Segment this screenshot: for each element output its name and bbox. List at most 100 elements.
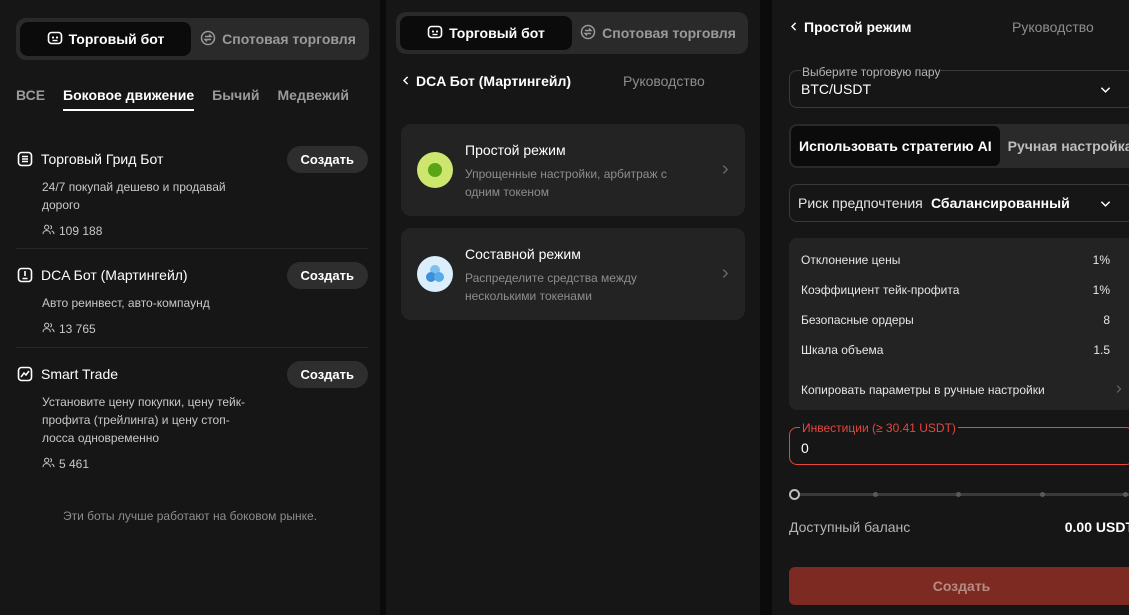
page-title: Простой режим [804,19,912,35]
bot-description: Установите цену покупки, цену тейк-профи… [42,395,246,445]
tab-ai-strategy[interactable]: Использовать стратегию AI [791,126,1000,166]
page-title: DCA Бот (Мартингейл) [416,73,572,89]
simple-mode-form-panel: Простой режим Руководство Выберите торго… [772,0,1129,615]
investment-value: 0 [801,440,809,456]
list-item: Smart Trade Установите цену покупки, цен… [16,361,368,471]
back-button[interactable]: Простой режим [790,19,912,35]
bot-description: Авто реинвест, авто-компаунд [42,296,210,310]
users-icon [42,457,55,471]
chevron-left-icon [790,19,798,35]
param-row: Безопасные ордеры 8 [801,313,1110,327]
simple-mode-icon [417,152,453,188]
chevron-down-icon [1100,195,1111,213]
list-item: Торговый Грид Бот 24/7 покупай дешево и … [16,146,368,238]
param-row: Коэффициент тейк-профита 1% [801,283,1110,297]
tab-spot-trading[interactable]: Спотовая торговля [572,16,744,50]
param-name: Отклонение цены [801,253,901,267]
slider-track[interactable] [794,493,1129,496]
param-name: Безопасные ордеры [801,313,914,327]
chevron-right-icon [1116,383,1122,397]
back-button[interactable]: DCA Бот (Мартингейл) [402,73,571,89]
param-value: 1% [1092,253,1110,267]
balance-label: Доступный баланс [789,519,911,535]
filter-bullish[interactable]: Бычий [212,87,259,111]
balance-value: 0.00 USDT [1064,519,1129,535]
tab-label: Спотовая торговля [602,25,736,41]
investment-label: Инвестиции (≥ 30.41 USDT) [800,421,958,435]
dca-mode-panel: Торговый бот Спотовая торговля DCA Бот (… [386,0,760,615]
risk-preference-select[interactable]: Риск предпочтения Сбалансированный [789,184,1129,222]
risk-value: Сбалансированный [931,195,1070,211]
bot-list-panel: Торговый бот Спотовая торговля ВСЕ Боков… [0,0,380,615]
grid-bot-icon [16,151,33,168]
param-row: Отклонение цены 1% [801,253,1110,267]
param-value: 1.5 [1093,343,1110,357]
divider [16,248,368,249]
param-value: 8 [1103,313,1110,327]
filter-bearish[interactable]: Медвежий [278,87,350,111]
breadcrumb: Простой режим Руководство [790,19,1120,35]
filter-sideways[interactable]: Боковое движение [63,87,195,111]
users-count: 109 188 [59,224,103,238]
risk-label: Риск предпочтения [798,195,923,211]
simple-mode-card[interactable]: Простой режим Упрощенные настройки, арби… [401,124,745,216]
bot-name: Торговый Грид Бот [41,151,164,167]
users-count: 5 461 [59,457,90,471]
create-grid-bot-button[interactable]: Создать [286,146,368,173]
create-dca-bot-button[interactable]: Создать [286,262,368,289]
bot-icon [427,24,443,43]
slider-tick [956,492,961,497]
field-label: Выберите торговую пару [801,65,942,79]
composite-mode-card[interactable]: Составной режим Распределите средства ме… [401,228,745,320]
slider-tick [873,492,878,497]
bot-users: 5 461 [42,457,368,471]
bot-name: Smart Trade [41,366,119,382]
guide-link[interactable]: Руководство [623,73,705,89]
list-item: DCA Бот (Мартингейл) Авто реинвест, авто… [16,262,368,336]
param-name: Коэффициент тейк-профита [801,283,960,297]
slider-tick [1040,492,1045,497]
tab-manual-setup[interactable]: Ручная настройка [1000,126,1129,166]
create-bot-button[interactable]: Создать [789,567,1129,605]
bot-description: 24/7 покупай дешево и продавай дорого [42,180,226,212]
mode-description: Распределите средства между несколькими … [465,271,637,303]
tab-trading-bot[interactable]: Торговый бот [20,22,191,56]
param-value: 1% [1092,283,1110,297]
market-filters: ВСЕ Боковое движение Бычий Медвежий [16,87,367,111]
mode-description: Упрощенные настройки, арбитраж с одним т… [465,167,667,199]
bot-icon [47,30,63,49]
copy-params-label: Копировать параметры в ручные настройки [801,383,1045,397]
filter-all[interactable]: ВСЕ [16,87,45,111]
chevron-right-icon [722,266,729,282]
tab-trading-bot[interactable]: Торговый бот [400,16,572,50]
strategy-tabs: Использовать стратегию AI Ручная настрой… [789,124,1129,168]
mode-title: Простой режим [465,142,566,158]
tab-label: Торговый бот [449,25,545,41]
chevron-down-icon [1100,81,1111,99]
create-smart-trade-button[interactable]: Создать [286,361,368,388]
param-row: Шкала объема 1.5 [801,343,1110,357]
product-tabs: Торговый бот Спотовая торговля [396,12,748,54]
guide-link[interactable]: Руководство [1012,19,1094,35]
param-name: Шкала объема [801,343,884,357]
ai-parameters: Отклонение цены 1% Коэффициент тейк-проф… [789,238,1129,410]
composite-mode-icon [417,256,453,292]
smart-trade-icon [16,366,33,383]
slider-handle[interactable] [789,489,800,500]
chevron-left-icon [402,73,410,89]
available-balance: Доступный баланс 0.00 USDT [789,519,1129,535]
chevron-right-icon [722,162,729,178]
users-count: 13 765 [59,322,96,336]
dca-bot-icon [16,267,33,284]
investment-input[interactable]: Инвестиции (≥ 30.41 USDT) 0 [789,421,1129,465]
mode-title: Составной режим [465,246,581,262]
investment-slider[interactable] [789,489,1129,501]
trading-pair-select[interactable]: Выберите торговую пару BTC/USDT [789,65,1129,108]
swap-icon [200,30,216,49]
bot-users: 13 765 [42,322,368,336]
swap-icon [580,24,596,43]
tab-label: Торговый бот [68,31,165,47]
product-tabs: Торговый бот Спотовая торговля [16,18,369,60]
copy-params-button[interactable]: Копировать параметры в ручные настройки [801,383,1122,397]
tab-spot-trading[interactable]: Спотовая торговля [191,22,365,56]
